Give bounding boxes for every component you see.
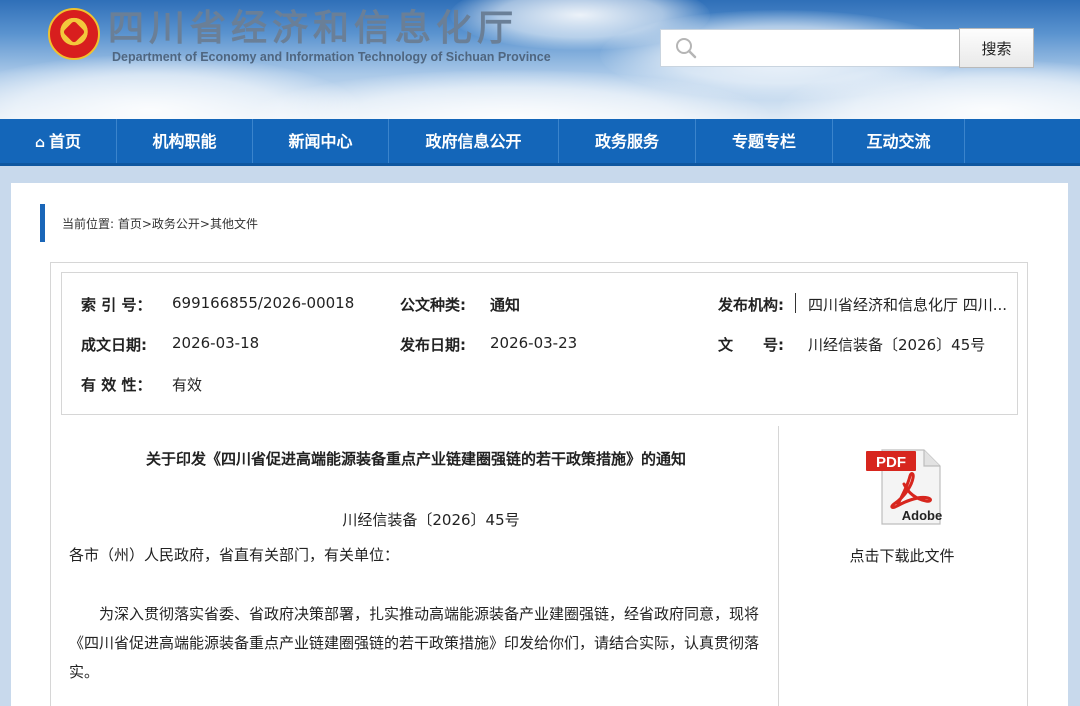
meta-agency-divider bbox=[795, 293, 796, 313]
search-input[interactable] bbox=[705, 34, 955, 62]
nav-item-interaction[interactable]: 互动交流 bbox=[833, 119, 965, 163]
nav-item-info-disclosure[interactable]: 政府信息公开 bbox=[389, 119, 559, 163]
national-emblem-icon bbox=[48, 8, 100, 60]
meta-agency-value: 四川省经济和信息化厅 四川... bbox=[808, 296, 1008, 314]
main-nav: ⌂ 首页 机构职能 新闻中心 政府信息公开 政务服务 专题专栏 互动交流 bbox=[0, 119, 1080, 166]
nav-item-topics[interactable]: 专题专栏 bbox=[696, 119, 833, 163]
meta-created-value: 2026-03-18 bbox=[172, 334, 260, 352]
nav-item-services[interactable]: 政务服务 bbox=[559, 119, 696, 163]
meta-created-label: 成文日期: bbox=[81, 336, 147, 354]
pdf-label: PDF bbox=[876, 454, 906, 471]
document-title: 关于印发《四川省促进高端能源装备重点产业链建圈强链的若干政策措施》的通知 bbox=[145, 450, 686, 468]
meta-type-value: 通知 bbox=[490, 296, 521, 314]
nav-item-label: 首页 bbox=[49, 132, 82, 151]
meta-published-label: 发布日期: bbox=[400, 336, 466, 354]
meta-agency-label: 发布机构: bbox=[718, 296, 784, 314]
nav-item-home[interactable]: ⌂ 首页 bbox=[0, 119, 117, 163]
meta-docno-label: 文 号: bbox=[718, 336, 784, 354]
nav-item-label: 互动交流 bbox=[866, 132, 931, 151]
document-number: 川经信装备〔2026〕45号 bbox=[342, 511, 520, 529]
content-divider bbox=[778, 426, 779, 706]
nav-item-label: 新闻中心 bbox=[288, 132, 353, 151]
home-icon: ⌂ bbox=[34, 135, 45, 151]
site-subtitle: Department of Economy and Information Te… bbox=[112, 50, 551, 64]
search-box[interactable] bbox=[660, 29, 960, 67]
nav-item-label: 专题专栏 bbox=[731, 132, 796, 151]
search-button[interactable]: 搜索 bbox=[959, 28, 1034, 68]
search-icon bbox=[676, 38, 697, 59]
meta-index-label: 索 引 号： bbox=[81, 296, 152, 314]
breadcrumb[interactable]: 当前位置: 首页>政务公开>其他文件 bbox=[62, 215, 258, 232]
download-file-link[interactable]: 点击下载此文件 bbox=[790, 545, 1014, 566]
site-title: 四川省经济和信息化厅 bbox=[108, 7, 519, 49]
meta-validity-value: 有效 bbox=[172, 376, 203, 394]
breadcrumb-accent bbox=[40, 204, 45, 242]
document-paragraph: 为深入贯彻落实省委、省政府决策部署，扎实推动高端能源装备产业建圈强链，经省政府同… bbox=[69, 605, 760, 681]
meta-type-label: 公文种类: bbox=[400, 296, 466, 314]
nav-item-label: 机构职能 bbox=[152, 132, 217, 151]
adobe-label: Adobe bbox=[902, 508, 942, 523]
meta-docno-value: 川经信装备〔2026〕45号 bbox=[808, 336, 986, 354]
nav-item-label: 政府信息公开 bbox=[425, 132, 522, 151]
nav-item-functions[interactable]: 机构职能 bbox=[117, 119, 253, 163]
nav-item-news[interactable]: 新闻中心 bbox=[253, 119, 389, 163]
nav-item-label: 政务服务 bbox=[594, 132, 659, 151]
meta-index-value: 699166855/2026-00018 bbox=[172, 294, 355, 312]
document-salutation: 各市（州）人民政府，省直有关部门，有关单位： bbox=[69, 546, 400, 564]
pdf-file-icon[interactable]: PDF Adobe bbox=[864, 446, 944, 526]
meta-published-value: 2026-03-23 bbox=[490, 334, 578, 352]
meta-validity-label: 有 效 性： bbox=[81, 376, 152, 394]
